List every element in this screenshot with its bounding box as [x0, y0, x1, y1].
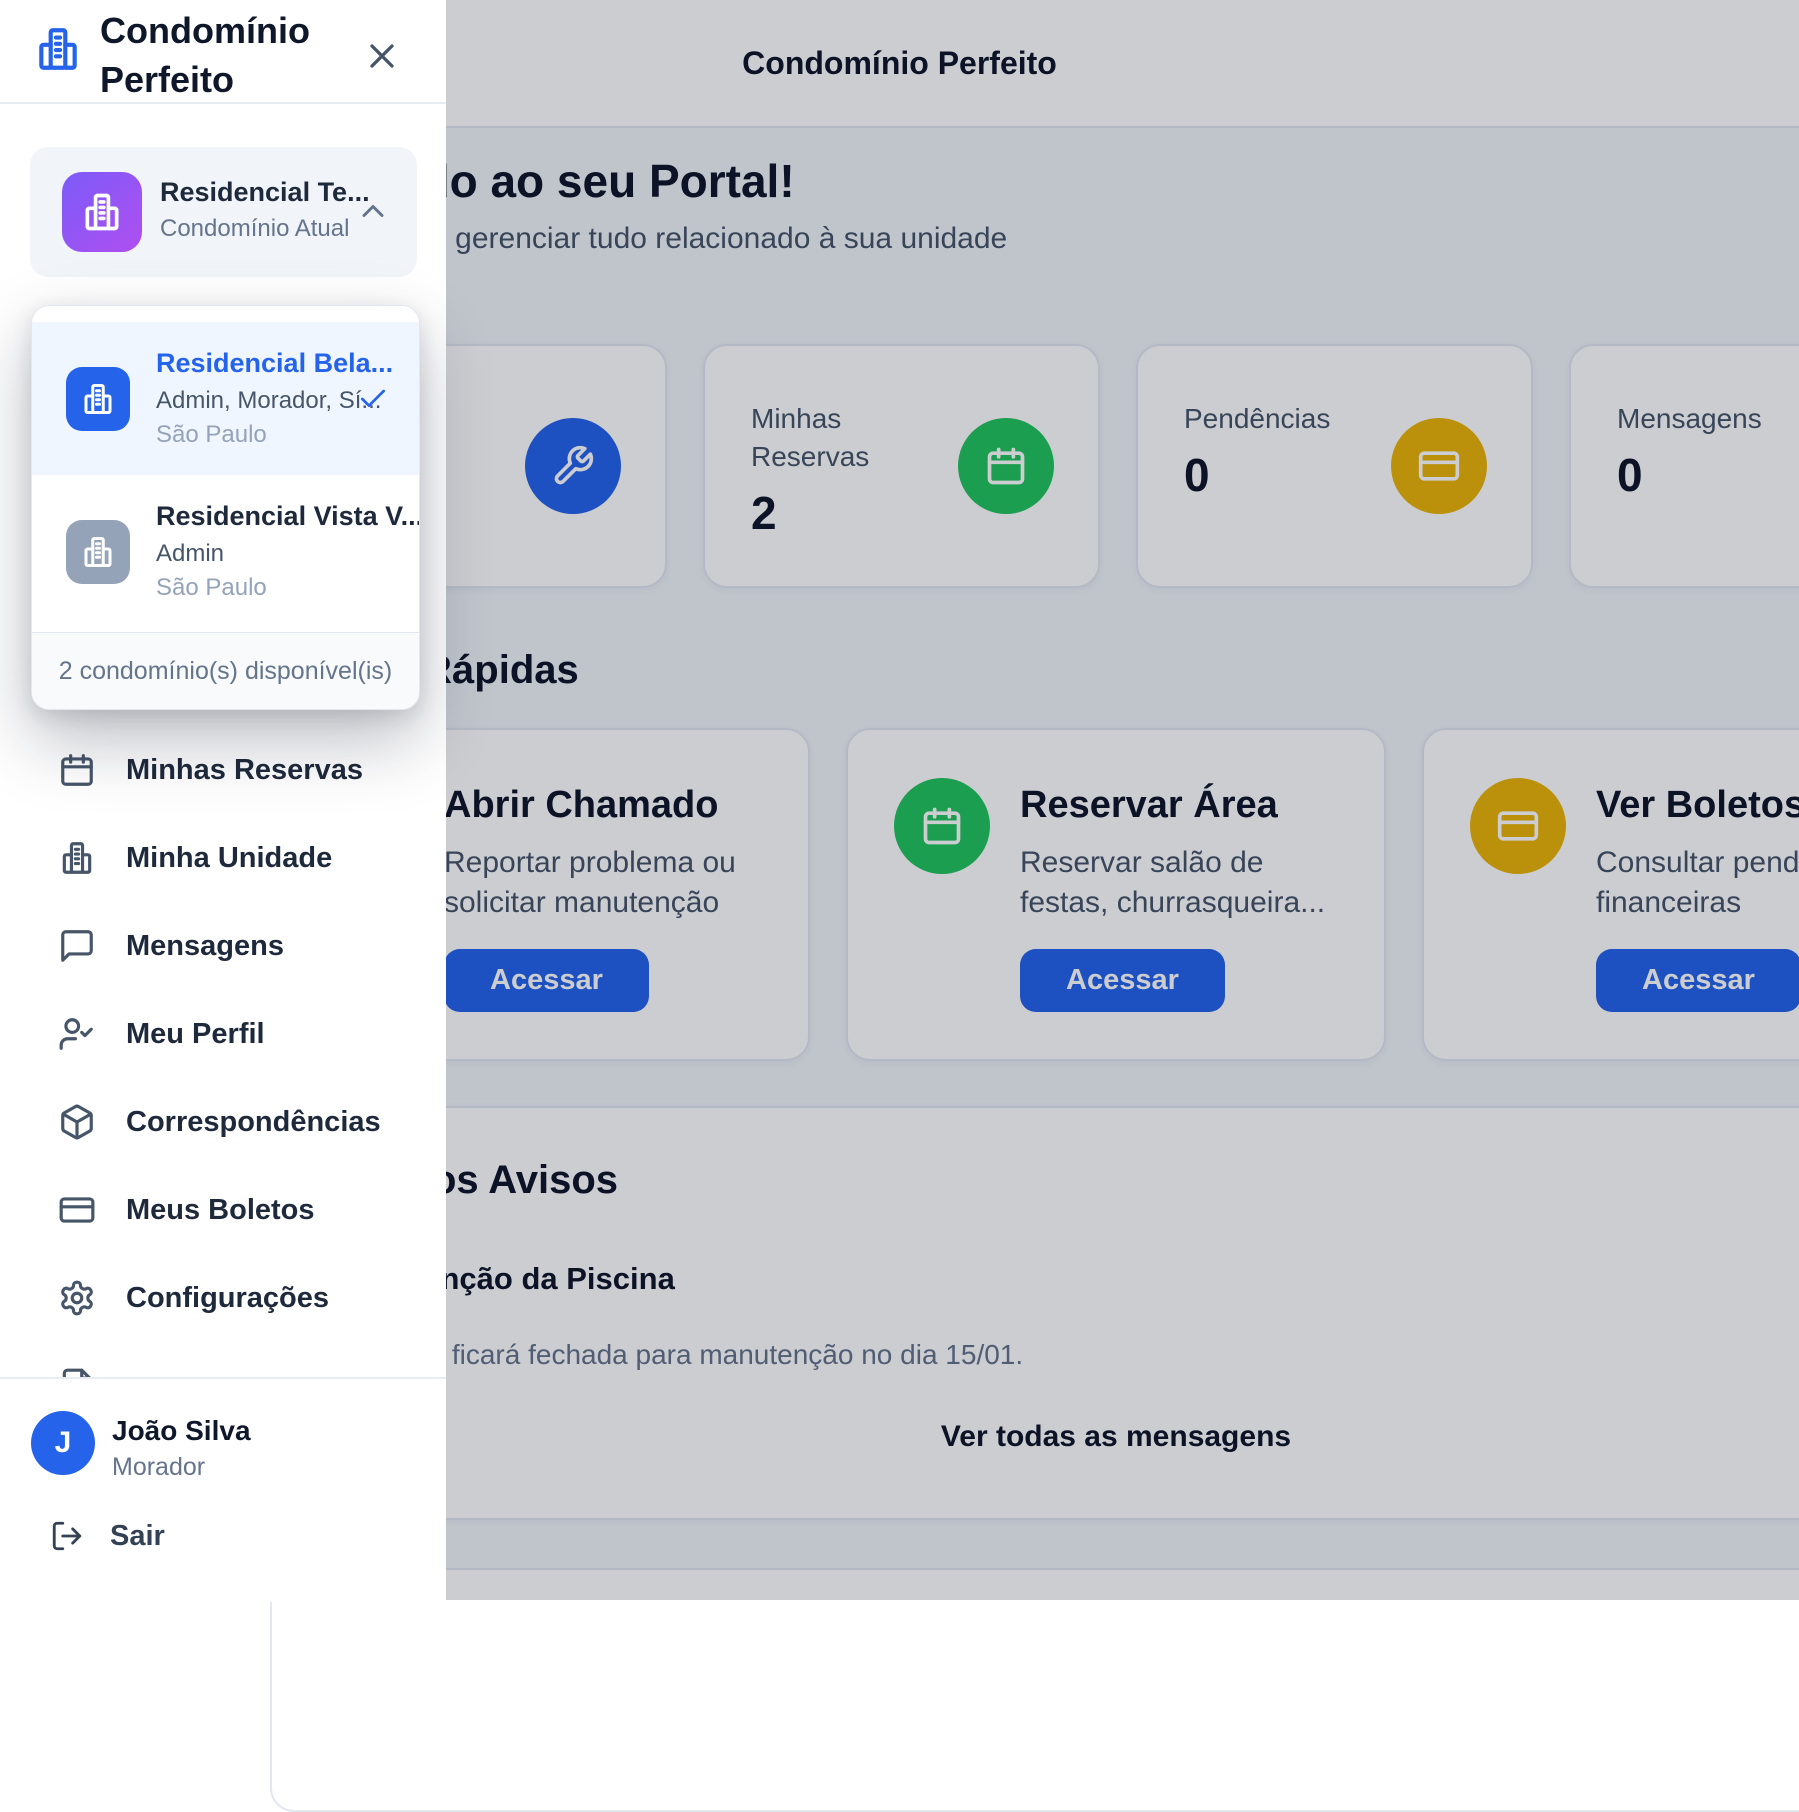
- current-condo-subtitle: Condomínio Atual: [160, 215, 349, 243]
- brand-title: Condomínio Perfeito: [100, 6, 360, 104]
- condo-option-building-icon: [66, 520, 130, 584]
- next-section-card: [270, 1568, 1799, 1812]
- sidebar-item-label: Mensagens: [126, 930, 284, 963]
- sidebar-item-configuracoes[interactable]: Configurações: [0, 1254, 446, 1342]
- condo-option-city: São Paulo: [156, 421, 331, 449]
- file-icon: [58, 1367, 96, 1377]
- chevron-up-icon: [355, 193, 391, 229]
- sidebar-footer: J João Silva Morador Sair: [0, 1377, 446, 1602]
- sidebar-item-label: Minha Unidade: [126, 842, 332, 875]
- sidebar-item-minhas-reservas[interactable]: Minhas Reservas: [0, 726, 446, 814]
- sidebar-item-minha-unidade[interactable]: Minha Unidade: [0, 814, 446, 902]
- sidebar-item-correspondencias[interactable]: Correspondências: [0, 1078, 446, 1166]
- condo-option[interactable]: Residencial Vista V... Admin São Paulo: [32, 475, 419, 628]
- condo-option[interactable]: Residencial Bela... Admin, Morador, Sí...…: [32, 322, 419, 475]
- logout-label: Sair: [110, 1520, 165, 1553]
- sidebar-item-label: Configurações: [126, 1282, 329, 1315]
- message-icon: [58, 927, 96, 965]
- close-icon[interactable]: [362, 34, 406, 78]
- current-condo-icon: [62, 172, 142, 252]
- brand-building-icon: [33, 24, 83, 74]
- condo-selector[interactable]: Residencial Te... Condomínio Atual: [30, 147, 417, 277]
- condo-option-name: Residencial Vista V...: [156, 501, 391, 532]
- sidebar-item-label: Correspondências: [126, 1106, 381, 1139]
- sidebar-menu: Minhas Reservas Minha Unidade Mensagens Meu…: [0, 718, 446, 1377]
- condo-option-roles: Admin: [156, 540, 391, 568]
- sidebar-item-meus-boletos[interactable]: Meus Boletos: [0, 1166, 446, 1254]
- avatar: J: [31, 1411, 95, 1475]
- current-condo-name: Residencial Te...: [160, 177, 370, 208]
- sidebar-item-hidden[interactable]: [0, 1342, 446, 1377]
- condo-option-building-icon: [66, 367, 130, 431]
- condo-option-roles: Admin, Morador, Sí...: [156, 387, 331, 415]
- sidebar-item-mensagens[interactable]: Mensagens: [0, 902, 446, 990]
- condo-dropdown-footer: 2 condomínio(s) disponível(is): [32, 632, 419, 709]
- user-role: Morador: [112, 1453, 205, 1482]
- package-icon: [58, 1103, 96, 1141]
- sidebar-item-label: Meus Boletos: [126, 1194, 315, 1227]
- sidebar-item-label: Meu Perfil: [126, 1018, 265, 1051]
- logout-button[interactable]: Sair: [50, 1519, 165, 1553]
- sidebar-drawer: Condomínio Perfeito Residencial Te... Co…: [0, 0, 446, 1600]
- condo-dropdown: Residencial Bela... Admin, Morador, Sí...…: [31, 305, 420, 710]
- condo-option-city: São Paulo: [156, 574, 391, 602]
- sidebar-header: Condomínio Perfeito: [0, 0, 446, 104]
- building-icon: [58, 839, 96, 877]
- gear-icon: [58, 1279, 96, 1317]
- logout-icon: [50, 1519, 84, 1553]
- user-name: João Silva: [112, 1415, 251, 1447]
- user-check-icon: [58, 1015, 96, 1053]
- sidebar-item-label: Minhas Reservas: [126, 754, 363, 787]
- check-icon: [357, 383, 391, 415]
- condo-option-name: Residencial Bela...: [156, 348, 331, 379]
- calendar-icon: [58, 751, 96, 789]
- credit-card-icon: [58, 1191, 96, 1229]
- sidebar-item-meu-perfil[interactable]: Meu Perfil: [0, 990, 446, 1078]
